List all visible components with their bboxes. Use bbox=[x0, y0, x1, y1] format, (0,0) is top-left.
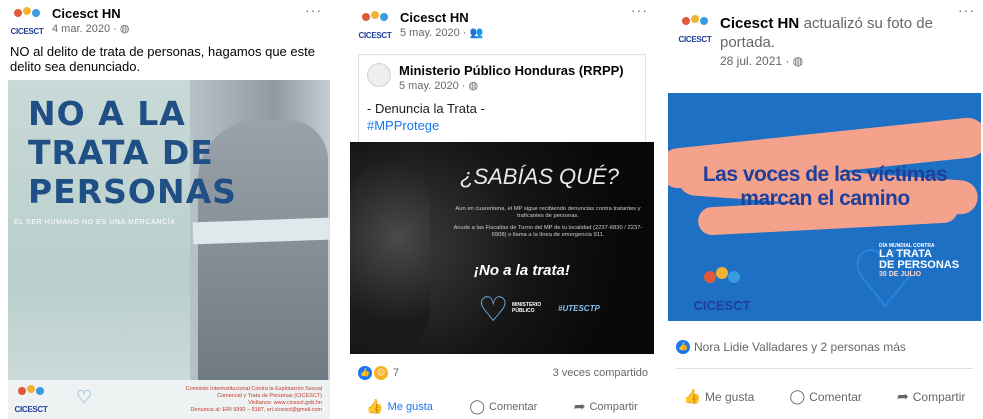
cicesct-avatar[interactable]: CICESCT bbox=[678, 14, 712, 44]
like-button[interactable]: 👍 Me gusta bbox=[684, 388, 755, 405]
image-paragraph: Aun en cuarentena, el MP sigue recibiend… bbox=[453, 206, 643, 238]
comment-button[interactable]: ◯ Comentar bbox=[790, 388, 862, 405]
divider bbox=[676, 368, 973, 369]
post-header: CICESCT Cicesct HN actualizó su foto de … bbox=[666, 0, 983, 68]
world-day-badge: DÍA MUNDIAL CONTRA LA TRATA DE PERSONAS … bbox=[879, 243, 960, 278]
like-icon: 👍 bbox=[358, 366, 372, 380]
comment-button[interactable]: ◯ Comentar bbox=[469, 398, 537, 415]
post-header: CICESCT Cicesct HN 5 may. 2020 · 👥 ··· bbox=[348, 0, 656, 40]
like-icon: 👍 bbox=[683, 388, 701, 404]
comment-icon: ◯ bbox=[789, 388, 806, 404]
post-3: CICESCT Cicesct HN actualizó su foto de … bbox=[666, 0, 983, 419]
globe-icon: ◍ bbox=[468, 80, 479, 92]
poster-footer-text: Comisión Interinstitucional Contra la Ex… bbox=[185, 386, 322, 413]
share-icon: ➦ bbox=[897, 388, 909, 404]
action-bar: 👍 Me gusta ◯ Comentar ➦ Compartir bbox=[348, 398, 656, 415]
share-button[interactable]: ➦ Compartir bbox=[574, 398, 638, 415]
post-meta: 4 mar. 2020 · ◍ bbox=[52, 23, 130, 35]
post-meta: 5 may. 2020 · 👥 bbox=[400, 27, 484, 39]
image-slogan: ¡No a la trata! bbox=[474, 262, 570, 279]
post-image[interactable]: ¿SABÍAS QUÉ? Aun en cuarentena, el MP si… bbox=[350, 142, 654, 354]
poster-subline: EL SER HUMANO NO ES UNA MERCANCÍA bbox=[14, 219, 176, 226]
more-options-button[interactable]: ··· bbox=[305, 2, 322, 18]
reactions[interactable]: 👍 ☹ 7 bbox=[358, 366, 399, 380]
post-1: CICESCT Cicesct HN 4 mar. 2020 · ◍ ··· N… bbox=[0, 0, 330, 419]
mp-avatar[interactable] bbox=[367, 63, 391, 87]
post-image[interactable]: NO A LA TRATA DE PERSONAS EL SER HUMANO … bbox=[8, 80, 330, 419]
shared-post[interactable]: Ministerio Público Honduras (RRPP) 5 may… bbox=[358, 54, 646, 142]
sad-icon: ☹ bbox=[374, 366, 388, 380]
post-header: CICESCT Cicesct HN 4 mar. 2020 · ◍ ··· bbox=[0, 0, 330, 36]
cicesct-avatar[interactable]: CICESCT bbox=[10, 6, 44, 36]
comment-icon: ◯ bbox=[469, 398, 486, 414]
post-stats: 👍 ☹ 7 3 veces compartido bbox=[358, 366, 648, 380]
hashtag-link[interactable]: #MPProtege bbox=[367, 117, 645, 134]
heart-icon: ♡ bbox=[76, 387, 93, 407]
like-button[interactable]: 👍 Me gusta bbox=[366, 398, 433, 415]
share-button[interactable]: ➦ Compartir bbox=[897, 388, 965, 405]
more-options-button[interactable]: ··· bbox=[631, 2, 648, 18]
screenshot-collage: CICESCT Cicesct HN 4 mar. 2020 · ◍ ··· N… bbox=[0, 0, 983, 419]
action-bar: 👍 Me gusta ◯ Comentar ➦ Compartir bbox=[666, 388, 983, 405]
shared-author[interactable]: Ministerio Público Honduras (RRPP) bbox=[399, 63, 624, 78]
author-name[interactable]: Cicesct HN bbox=[720, 15, 799, 32]
poster-headline: NO A LA TRATA DE PERSONAS bbox=[28, 94, 237, 211]
cover-image[interactable]: Las voces de las víctimas marcan el cami… bbox=[668, 93, 981, 321]
like-icon: 👍 bbox=[676, 340, 690, 354]
image-question: ¿SABÍAS QUÉ? bbox=[460, 164, 619, 189]
author-name[interactable]: Cicesct HN bbox=[52, 6, 130, 21]
post-2: CICESCT Cicesct HN 5 may. 2020 · 👥 ··· M… bbox=[348, 0, 656, 419]
likes-summary[interactable]: 👍 Nora Lidie Valladares y 2 personas más bbox=[676, 340, 906, 354]
cicesct-avatar[interactable]: CICESCT bbox=[358, 10, 392, 40]
author-name[interactable]: Cicesct HN bbox=[400, 10, 483, 25]
cover-headline: Las voces de las víctimas marcan el cami… bbox=[702, 163, 948, 210]
post-text: NO al delito de trata de personas, hagam… bbox=[10, 44, 315, 74]
shares-count[interactable]: 3 veces compartido bbox=[553, 367, 648, 379]
mp-logo-text: MINISTERIO PÚBLICO bbox=[512, 302, 542, 314]
image-tag: #UTESCTP bbox=[558, 304, 600, 313]
globe-icon: ◍ bbox=[119, 23, 130, 35]
globe-icon: ◍ bbox=[792, 54, 804, 68]
friends-icon: 👥 bbox=[469, 27, 484, 39]
post-meta: 28 jul. 2021 · ◍ bbox=[720, 54, 804, 68]
shared-text: - Denuncia la Trata - #MPProtege bbox=[359, 92, 645, 134]
cicesct-logo: CICESCT bbox=[14, 384, 48, 414]
like-icon: 👍 bbox=[366, 398, 384, 414]
poster-footer: CICESCT ♡ Comisión Interinstitucional Co… bbox=[8, 380, 330, 419]
more-options-button[interactable]: ··· bbox=[958, 2, 975, 18]
share-icon: ➦ bbox=[573, 398, 586, 414]
heart-icon: ♡ bbox=[478, 291, 509, 329]
cicesct-logo: CICESCT bbox=[692, 265, 752, 313]
